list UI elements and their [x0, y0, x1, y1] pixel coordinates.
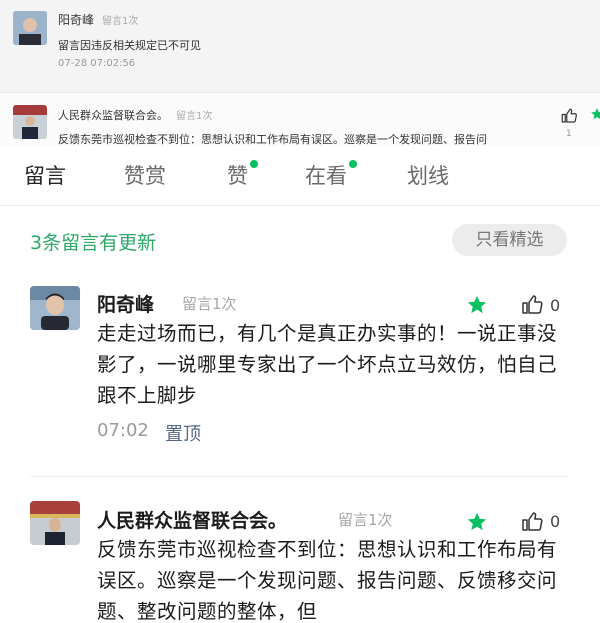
comment-body: 反馈东莞市巡视检查不到位：思想认识和工作布局有误区。巡察是一个发现问题、报告问题… — [97, 538, 558, 623]
comment-count-tag: 留言1次 — [176, 111, 213, 122]
like-count: 0 — [550, 512, 561, 531]
comment-count-tag: 留言1次 — [182, 295, 237, 313]
comment-time: 07:02 — [97, 420, 149, 441]
comment-time: 07-28 07:02:56 — [58, 58, 136, 69]
star-icon — [591, 108, 600, 120]
comment-text: 反馈东莞市巡视检查不到位：思想认识和工作布局有误区。巡察是一个发现问题、报告问 — [58, 133, 487, 146]
thumbs-up-icon[interactable] — [560, 107, 578, 125]
comment-text: 留言因违反相关规定已不可见 — [58, 39, 201, 52]
tab-bar: 留言 赞赏 赞 在看 划线 — [0, 146, 600, 206]
new-indicator-dot — [349, 160, 357, 168]
commenter-name[interactable]: 阳奇峰 留言1次 — [58, 11, 138, 28]
reply-preview-strip[interactable]: 人民群众监督联合会。 留言1次 反馈东莞市巡视检查不到位：思想认识和工作布局有误区… — [0, 92, 600, 146]
like-count: 0 — [550, 296, 561, 315]
avatar[interactable] — [13, 11, 47, 45]
star-icon — [467, 295, 487, 314]
previous-comment-panel: 阳奇峰 留言1次 留言因违反相关规定已不可见 07-28 07:02:56 — [0, 0, 600, 92]
commenter-name[interactable]: 人民群众监督联合会。 — [97, 506, 287, 533]
avatar[interactable] — [30, 501, 80, 545]
tab-rewards[interactable]: 赞赏 — [124, 160, 166, 190]
comment-count-tag: 留言1次 — [102, 16, 139, 27]
commenter-name[interactable]: 人民群众监督联合会。 留言1次 — [58, 107, 212, 123]
commenter-name[interactable]: 阳奇峰 — [97, 290, 154, 317]
thumbs-up-icon[interactable] — [520, 293, 544, 317]
divider — [30, 476, 568, 477]
tab-wow[interactable]: 在看 — [305, 160, 357, 190]
avatar[interactable] — [30, 286, 80, 330]
pin-to-top-button[interactable]: 置顶 — [165, 420, 201, 446]
comments-updated-link[interactable]: 3条留言有更新 — [30, 228, 156, 255]
comment-body: 走走过场而已，有几个是真正办实事的！一说正事没影了，一说哪里专家出了一个坏点立马… — [97, 322, 558, 407]
comment-count-tag: 留言1次 — [338, 511, 393, 529]
new-indicator-dot — [250, 160, 258, 168]
tab-likes[interactable]: 赞 — [227, 160, 258, 190]
featured-only-button[interactable]: 只看精选 — [452, 224, 567, 256]
star-icon — [467, 512, 487, 531]
thumbs-up-icon[interactable] — [520, 510, 544, 534]
tab-comments[interactable]: 留言 — [24, 160, 66, 190]
tab-highlights[interactable]: 划线 — [407, 160, 449, 190]
avatar[interactable] — [13, 105, 47, 139]
like-count: 1 — [566, 129, 572, 139]
